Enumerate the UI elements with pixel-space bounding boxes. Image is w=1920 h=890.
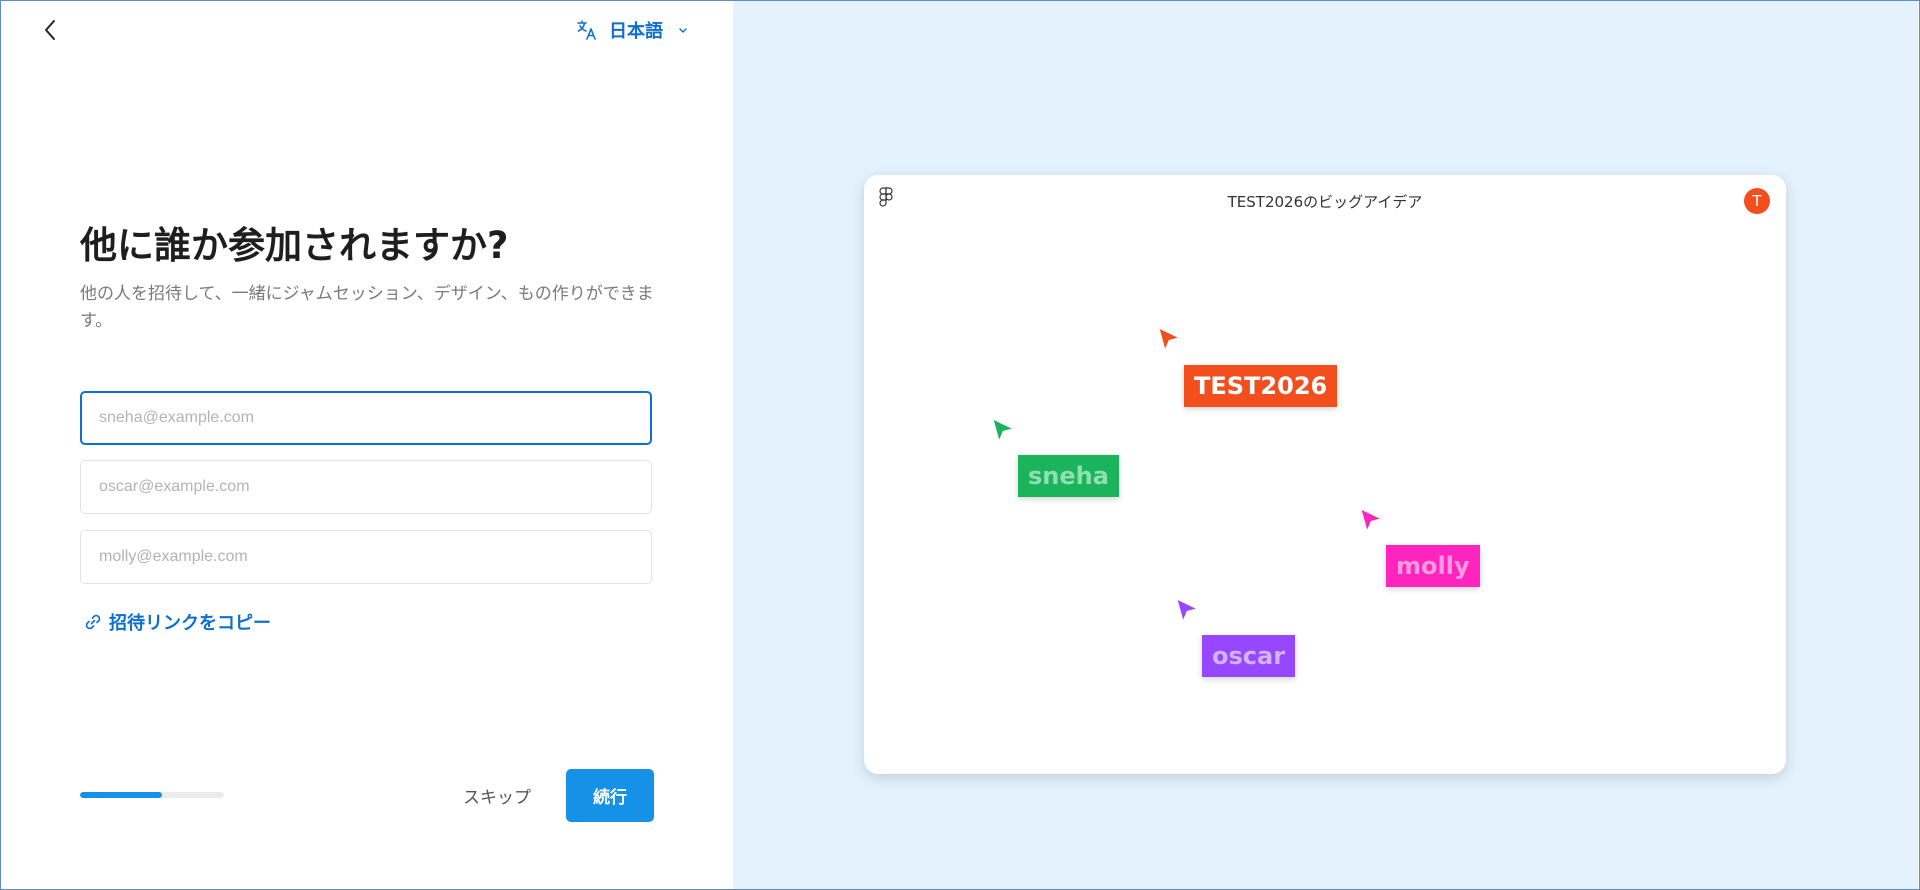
avatar: T [1744, 188, 1770, 214]
file-title: TEST2026のビッグアイデア [1227, 193, 1423, 211]
collaborator-tag: oscar [1202, 635, 1296, 677]
translate-icon [577, 20, 596, 40]
progress-bar [80, 792, 224, 798]
collaborator-cursor-icon [1358, 506, 1385, 535]
collaborator-tag: sneha [1018, 455, 1119, 497]
email-field-1[interactable] [80, 391, 652, 445]
collaborator-cursor-icon [990, 416, 1017, 445]
continue-button[interactable]: 続行 [566, 769, 654, 822]
collaborator-cursor-icon [1156, 325, 1183, 354]
chevron-down-icon [679, 28, 687, 33]
preview-panel: TEST2026のビッグアイデア T TEST2026 sneha molly … [733, 1, 1918, 889]
collaborator-name: molly [1396, 552, 1470, 580]
chevron-left-icon [45, 20, 55, 40]
file-preview-card: TEST2026のビッグアイデア T TEST2026 sneha molly … [864, 175, 1786, 774]
collaborator-tag: TEST2026 [1184, 365, 1338, 407]
page-title: 他に誰か参加されますか? [80, 224, 509, 267]
language-selector[interactable]: 日本語 [575, 17, 689, 43]
collaborator-name: sneha [1028, 462, 1109, 490]
collaborator-name: TEST2026 [1194, 372, 1328, 400]
collaborator-cursor-icon [1174, 596, 1201, 625]
copy-invite-link[interactable]: 招待リンクをコピー [84, 609, 271, 635]
copy-link-label: 招待リンクをコピー [109, 613, 271, 634]
invite-panel: 日本語 他に誰か参加されますか? 他の人を招待して、一緒にジャムセッション、デザ… [1, 1, 733, 889]
link-icon [85, 614, 101, 630]
progress-fill [80, 792, 163, 798]
skip-button[interactable]: スキップ [449, 769, 545, 821]
email-field-2[interactable] [80, 460, 652, 514]
collaborator-tag: molly [1386, 545, 1480, 587]
language-label: 日本語 [609, 21, 663, 42]
email-field-3[interactable] [80, 530, 652, 584]
page-description: 他の人を招待して、一緒にジャムセッション、デザイン、もの作りができます。 [80, 284, 654, 331]
collaborator-name: oscar [1212, 642, 1286, 670]
back-button[interactable] [35, 15, 65, 45]
